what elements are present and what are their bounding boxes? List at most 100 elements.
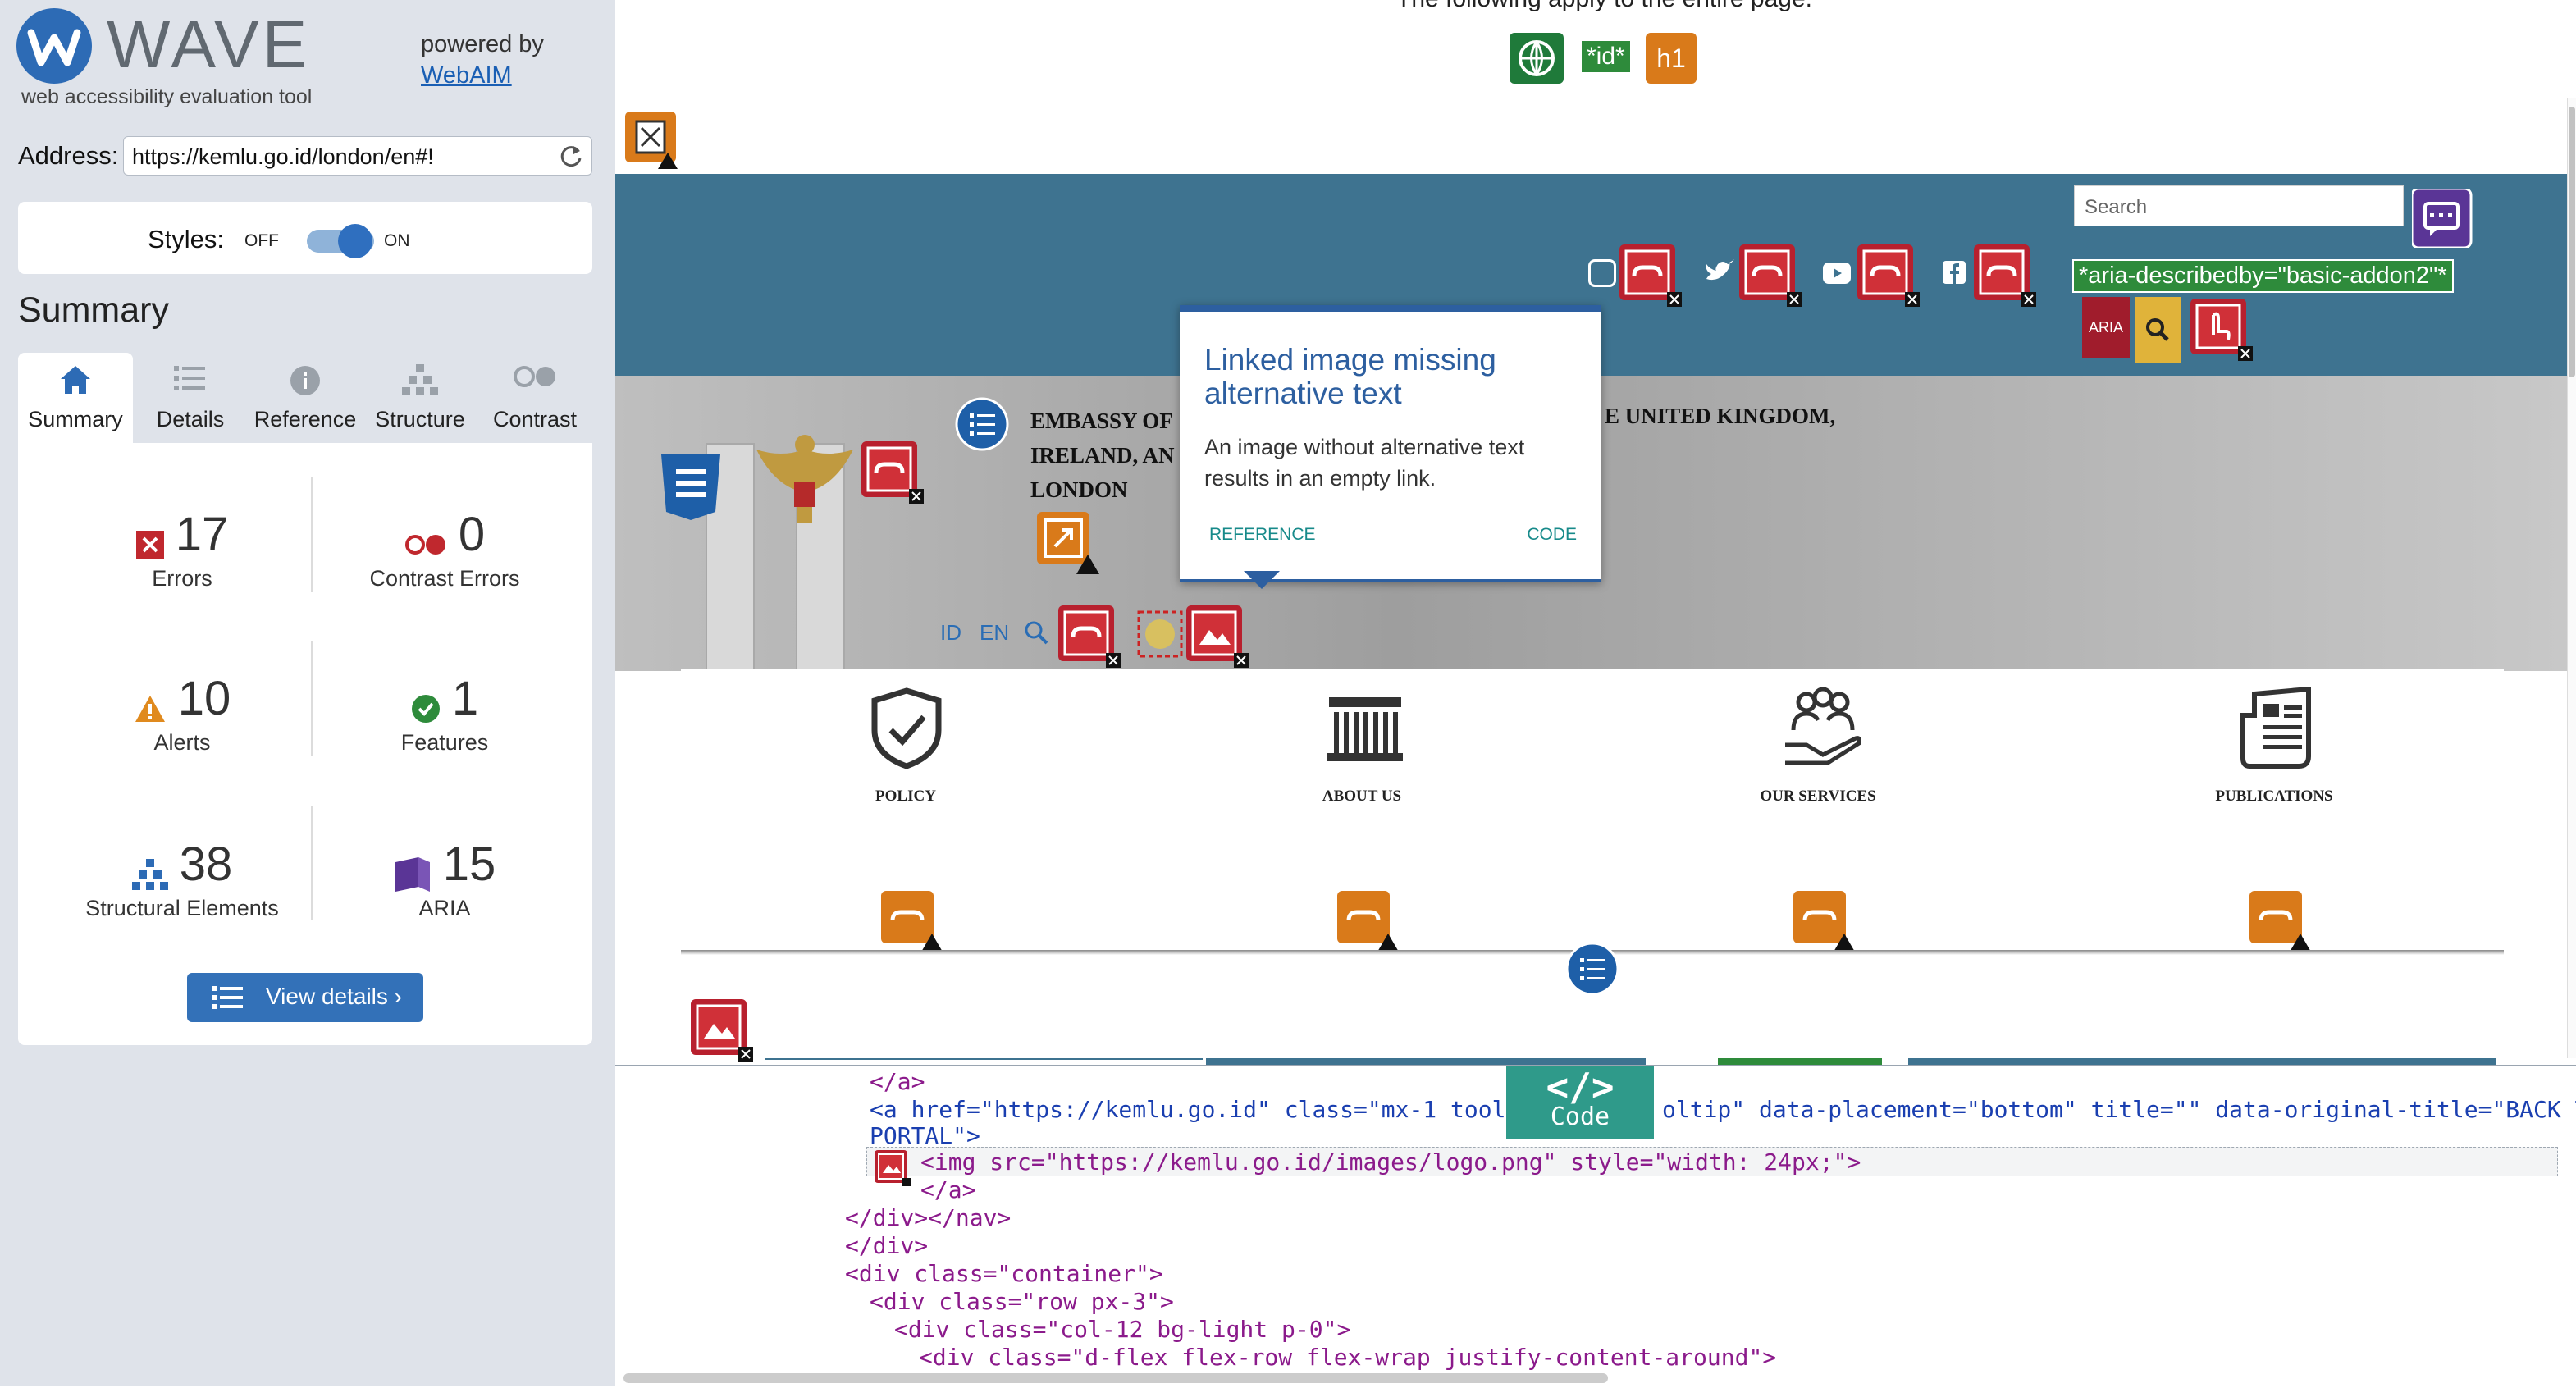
tooltip-code-link[interactable]: CODE (1527, 525, 1577, 545)
aria-describedby-badge[interactable]: *aria-describedby="basic-addon2"* (2072, 259, 2454, 293)
linked-image-error-icon[interactable] (1058, 605, 1121, 668)
card-publications-title[interactable]: PUBLICATIONS (2151, 788, 2397, 806)
id-badge[interactable]: *id* (1580, 39, 1632, 74)
features-count: 1 (451, 672, 479, 725)
structural-stat[interactable]: 38 Structural Elements (51, 837, 313, 920)
code-line: <div class="d-flex flex-row flex-wrap ju… (919, 1344, 1777, 1371)
reload-icon[interactable] (557, 142, 585, 170)
empty-button-error-icon[interactable] (2190, 299, 2253, 361)
redundant-link-alert-icon[interactable] (1793, 891, 1856, 953)
aria-label: ARIA (418, 896, 471, 920)
code-line: </div> (845, 1232, 929, 1259)
nav-underline (765, 1058, 1203, 1060)
summary-panel: 17 Errors 0 Contrast Errors 10 Alerts 1 … (18, 353, 592, 1045)
styles-card: Styles: OFF ON (18, 202, 592, 274)
sidebar-tabs: Summary Details Reference Structure Cont… (18, 353, 592, 443)
styles-off-label: OFF (244, 231, 279, 250)
code-horizontal-scrollbar[interactable] (623, 1373, 1608, 1383)
code-tab-label: Code (1550, 1103, 1610, 1131)
nav-underline (1206, 1058, 1646, 1065)
h1-alert-badge[interactable]: h1 (1646, 33, 1697, 84)
twitter-icon[interactable] (1705, 259, 1734, 284)
language-globe-icon[interactable] (1510, 33, 1564, 84)
features-stat[interactable]: 1 Features (313, 671, 576, 755)
features-label: Features (400, 730, 489, 755)
tab-summary[interactable]: Summary (18, 353, 133, 443)
contrast-icon (514, 366, 555, 387)
tab-summary-label: Summary (28, 407, 123, 431)
lang-id-link[interactable]: ID (940, 620, 961, 646)
facebook-icon[interactable] (1943, 261, 1966, 284)
tab-details[interactable]: Details (133, 353, 248, 443)
aria-label-icon[interactable] (2412, 189, 2474, 248)
instagram-icon[interactable] (1588, 259, 1616, 287)
address-value[interactable]: https://kemlu.go.id/london/en#! (132, 144, 434, 170)
aria-error-badge[interactable]: ARIA (2082, 297, 2130, 358)
page-scrollbar-thumb[interactable] (2569, 107, 2575, 377)
aria-stat[interactable]: 15 ARIA (313, 837, 576, 920)
code-line: <img src="https://kemlu.go.id/images/log… (920, 1148, 1861, 1176)
contrast-errors-stat[interactable]: 0 Contrast Errors (313, 507, 576, 591)
redundant-link-alert-icon[interactable] (881, 891, 943, 953)
search-icon (2146, 318, 2169, 341)
redundant-link-alert-icon[interactable] (1337, 891, 1400, 953)
contrast-error-icon (404, 533, 447, 560)
code-toggle-tab[interactable]: </> Code (1506, 1066, 1654, 1139)
tooltip-title: Linked image missing alternative text (1204, 343, 1496, 410)
linked-image-error-icon[interactable] (1857, 244, 1920, 307)
seal-image-icon (1137, 610, 1183, 658)
alerts-stat[interactable]: 10 Alerts (51, 671, 313, 755)
home-icon (61, 366, 90, 394)
linked-image-error-icon[interactable] (1186, 605, 1249, 668)
linked-image-error-icon[interactable] (1619, 244, 1682, 307)
card-our-services-title[interactable]: OUR SERVICES (1695, 788, 1941, 806)
shield-check-icon (871, 687, 942, 769)
redundant-link-alert-icon[interactable] (1037, 512, 1099, 574)
card-about-us-title[interactable]: ABOUT US (1239, 788, 1485, 806)
webaim-link[interactable]: WebAIM (421, 62, 512, 89)
alerts-count: 10 (177, 672, 231, 725)
search-button[interactable] (2135, 297, 2181, 363)
lang-en-link[interactable]: EN (980, 620, 1009, 646)
embassy-line: IRELAND, AN (1030, 443, 1175, 468)
embassy-title-left: EMBASSY OF IRELAND, AN LONDON (1030, 404, 1175, 507)
code-line: </a> (870, 1068, 925, 1095)
redundant-link-alert-icon[interactable] (2249, 891, 2312, 953)
html-structure-icon[interactable] (660, 454, 722, 520)
code-line: <div class="col-12 bg-light p-0"> (894, 1316, 1351, 1343)
site-search-input[interactable]: Search (2074, 185, 2404, 226)
address-input[interactable]: https://kemlu.go.id/london/en#! (123, 136, 592, 176)
unordered-list-icon[interactable] (955, 397, 1009, 451)
styles-label: Styles: (148, 225, 225, 253)
embassy-line: EMBASSY OF (1030, 409, 1173, 433)
linked-image-error-icon[interactable] (1974, 244, 2036, 307)
tab-structure-label: Structure (375, 407, 465, 431)
alert-frame-icon[interactable] (625, 112, 679, 171)
unordered-list-icon[interactable] (1565, 942, 1619, 996)
linked-image-error-icon[interactable] (1739, 244, 1802, 307)
structure-icon (131, 859, 168, 894)
missing-alt-error-icon[interactable] (691, 999, 753, 1062)
view-details-button[interactable]: View details › (187, 973, 423, 1022)
tooltip-reference-link[interactable]: REFERENCE (1209, 525, 1316, 545)
tab-structure[interactable]: Structure (363, 353, 477, 443)
people-hands-icon (1785, 687, 1861, 765)
linked-image-error-icon[interactable] (875, 1150, 911, 1186)
structural-label: Structural Elements (85, 896, 279, 920)
code-line: </a> (920, 1176, 976, 1203)
zoom-icon[interactable] (1024, 620, 1048, 645)
page-wide-note: The following apply to the entire page. (1396, 0, 1812, 13)
tab-contrast[interactable]: Contrast (477, 353, 592, 443)
card-policy-title[interactable]: POLICY (783, 788, 1029, 806)
building-icon (1327, 697, 1403, 761)
errors-label: Errors (152, 566, 212, 591)
feature-check-icon (411, 694, 441, 728)
tab-reference[interactable]: Reference (248, 353, 363, 443)
styles-toggle-knob[interactable] (338, 224, 372, 258)
linked-image-error-icon[interactable] (861, 441, 924, 504)
embassy-line: LONDON (1030, 477, 1128, 502)
errors-stat[interactable]: 17 Errors (51, 507, 313, 591)
youtube-icon[interactable] (1823, 263, 1851, 284)
nav-underline (1718, 1058, 1882, 1065)
address-label: Address: (18, 141, 119, 170)
